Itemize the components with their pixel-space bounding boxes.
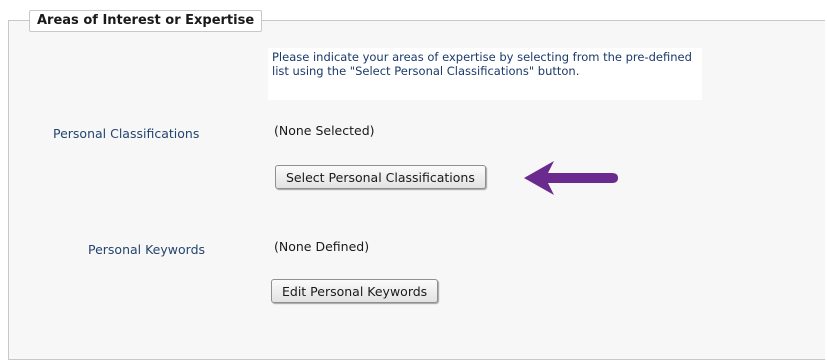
arrow-left-icon xyxy=(524,161,618,195)
section-title: Areas of Interest or Expertise xyxy=(29,10,263,32)
instructions-note: Please indicate your areas of expertise … xyxy=(268,48,702,100)
personal-keywords-value: (None Defined) xyxy=(274,239,370,254)
personal-classifications-label: Personal Classifications xyxy=(53,126,200,141)
edit-personal-keywords-button[interactable]: Edit Personal Keywords xyxy=(271,279,439,303)
personal-keywords-label: Personal Keywords xyxy=(88,242,206,257)
select-personal-classifications-button[interactable]: Select Personal Classifications xyxy=(275,165,486,189)
personal-classifications-value: (None Selected) xyxy=(274,123,375,138)
